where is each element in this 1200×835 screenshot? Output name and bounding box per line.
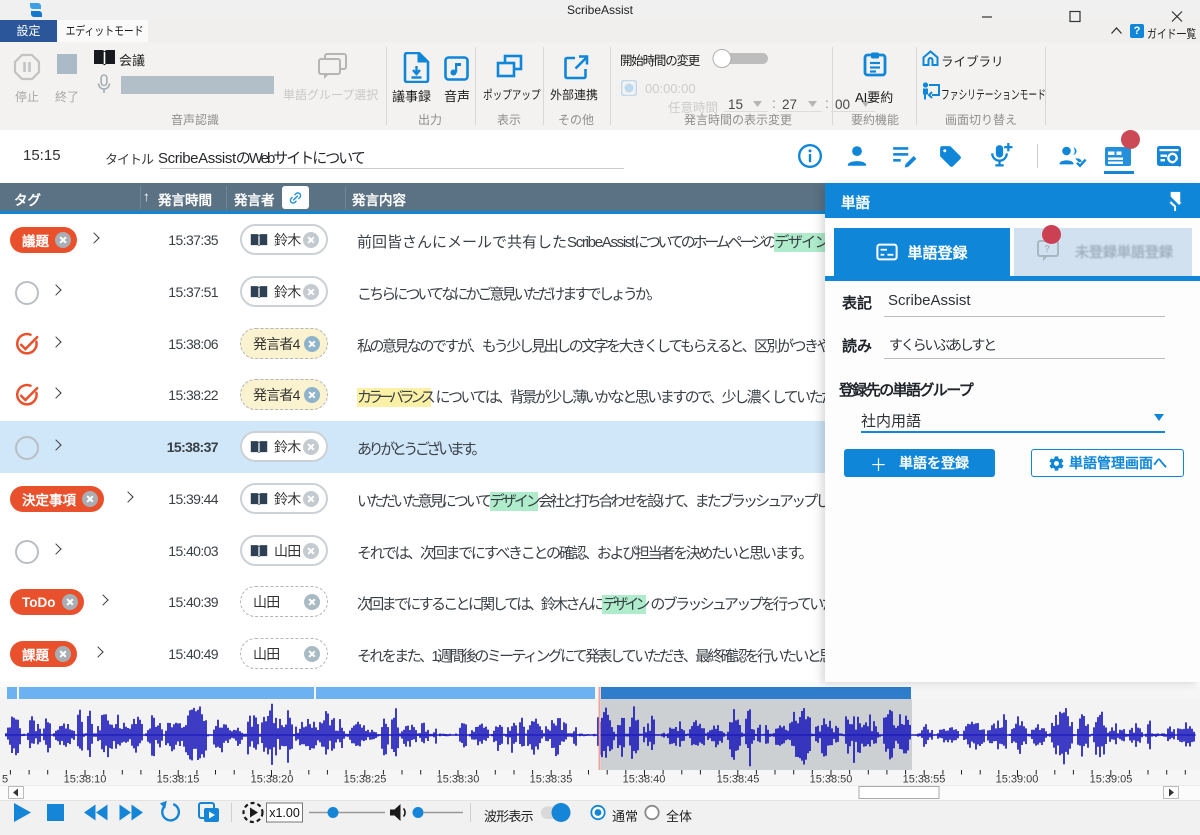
svg-text:?: ? xyxy=(1044,244,1050,255)
svg-text:15:38:10: 15:38:10 xyxy=(64,774,107,786)
svg-text:15:39:00: 15:39:00 xyxy=(996,774,1039,786)
svg-text:15:38:20: 15:38:20 xyxy=(251,774,294,786)
svg-text:15:39:05: 15:39:05 xyxy=(1090,774,1133,786)
svg-text:x1.00: x1.00 xyxy=(269,806,300,820)
svg-text:15:38:25: 15:38:25 xyxy=(344,774,387,786)
svg-text:15:38:50: 15:38:50 xyxy=(810,774,853,786)
svg-text:5: 5 xyxy=(2,774,8,786)
svg-text:15:38:45: 15:38:45 xyxy=(717,774,760,786)
svg-text:15:38:15: 15:38:15 xyxy=(157,774,200,786)
svg-text:15:38:40: 15:38:40 xyxy=(623,774,666,786)
svg-text:15:38:55: 15:38:55 xyxy=(903,774,946,786)
svg-text:15:38:35: 15:38:35 xyxy=(530,774,573,786)
svg-text:15:38:30: 15:38:30 xyxy=(437,774,480,786)
